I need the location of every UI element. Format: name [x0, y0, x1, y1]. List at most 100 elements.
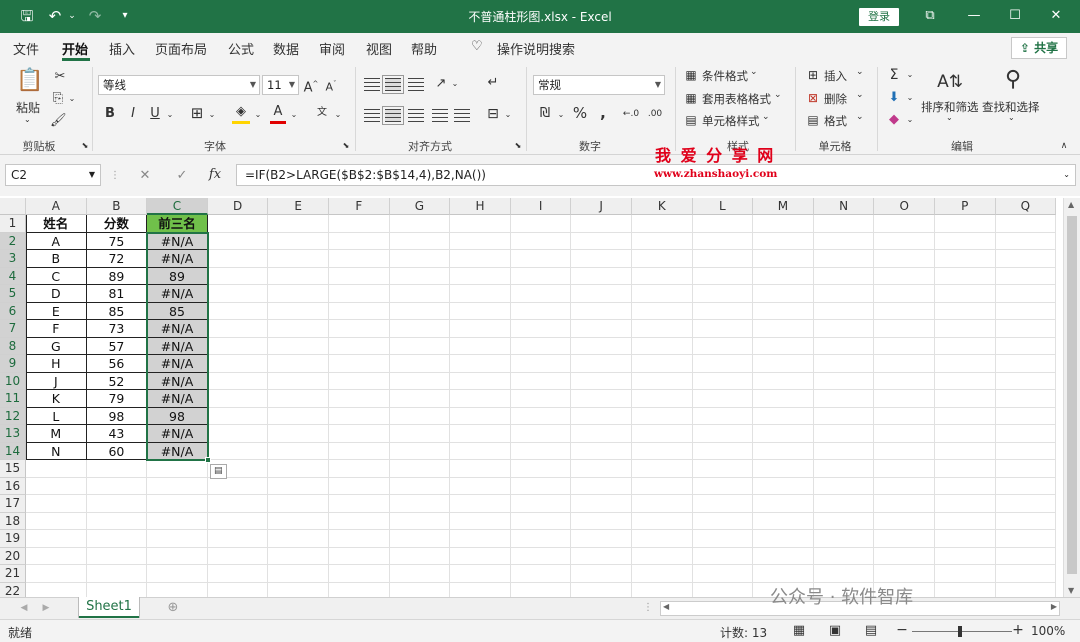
cancel-entry-icon[interactable]: ✕	[137, 168, 153, 184]
cell[interactable]	[632, 337, 693, 355]
cell[interactable]	[571, 285, 632, 303]
cell[interactable]	[510, 302, 572, 320]
cell[interactable]	[935, 250, 996, 268]
cell[interactable]	[86, 495, 148, 513]
cell[interactable]	[450, 477, 511, 495]
zoom-in-icon[interactable]: +	[1012, 622, 1024, 638]
cell[interactable]	[329, 250, 390, 268]
table-header-cell[interactable]: 分数	[86, 215, 148, 233]
cell[interactable]	[510, 512, 572, 530]
cell[interactable]	[632, 215, 693, 233]
cell[interactable]	[874, 337, 935, 355]
cell[interactable]	[874, 547, 935, 565]
cell[interactable]	[571, 477, 632, 495]
cell[interactable]	[753, 547, 814, 565]
row-header[interactable]: 9	[0, 355, 26, 373]
cell[interactable]	[510, 285, 572, 303]
cell[interactable]	[329, 582, 390, 597]
table-cell[interactable]: 79	[86, 390, 148, 408]
clipboard-launcher-icon[interactable]: ⬊	[80, 138, 90, 154]
format-painter-icon[interactable]: 🖌	[50, 113, 67, 129]
row-header[interactable]: 15	[0, 460, 26, 478]
chevron-down-icon[interactable]: ⌄	[856, 90, 864, 100]
cell[interactable]	[389, 390, 451, 408]
cell[interactable]	[813, 565, 875, 583]
cell[interactable]	[389, 547, 451, 565]
cell[interactable]	[26, 582, 87, 597]
cell[interactable]	[995, 425, 1057, 443]
chevron-down-icon[interactable]: ⌄	[856, 112, 864, 122]
row-header[interactable]: 7	[0, 320, 26, 338]
cell[interactable]	[995, 232, 1057, 250]
cell[interactable]	[450, 337, 511, 355]
fill-handle[interactable]	[204, 457, 211, 463]
row-header[interactable]: 16	[0, 477, 26, 495]
font-size-select[interactable]: 11 ▼	[262, 75, 299, 95]
cell[interactable]	[571, 495, 632, 513]
cell[interactable]	[874, 390, 935, 408]
cell[interactable]	[268, 512, 329, 530]
table-header-cell[interactable]: 姓名	[26, 215, 87, 233]
cell[interactable]	[935, 407, 996, 425]
comma-style-icon[interactable]: ,	[597, 105, 609, 121]
cell[interactable]	[450, 460, 511, 478]
cell[interactable]	[571, 337, 632, 355]
row-header[interactable]: 6	[0, 302, 26, 320]
column-header[interactable]: I	[510, 198, 572, 215]
cell[interactable]	[571, 565, 632, 583]
cut-icon[interactable]: ✂	[52, 69, 68, 85]
column-header[interactable]: F	[329, 198, 390, 215]
prev-sheet-icon[interactable]: ◀	[18, 600, 30, 616]
row-header[interactable]: 22	[0, 582, 26, 597]
cell[interactable]	[147, 547, 208, 565]
cell[interactable]	[329, 512, 390, 530]
cell[interactable]	[874, 530, 935, 548]
cell[interactable]	[147, 565, 208, 583]
cell[interactable]	[329, 460, 390, 478]
increase-font-icon[interactable]: A^	[303, 76, 319, 96]
format-as-table-button[interactable]: 套用表格格式	[702, 91, 771, 107]
sheet-tab-sheet1[interactable]: Sheet1	[79, 597, 139, 618]
orientation-icon[interactable]: ↗	[432, 76, 450, 92]
table-cell[interactable]: 89	[86, 267, 148, 285]
login-button[interactable]: 登录	[859, 8, 899, 26]
increase-decimal-icon[interactable]: ←.0	[621, 106, 641, 122]
row-header[interactable]: 12	[0, 407, 26, 425]
cell[interactable]	[26, 477, 87, 495]
tab-insert[interactable]: 插入	[109, 39, 135, 58]
cell[interactable]	[874, 372, 935, 390]
worksheet-grid[interactable]: A B C D E F G H I J K L M N O P Q 1 姓名 分数 前三名 2 A 75 #N/A 3 B 72 #N/…	[0, 198, 1063, 597]
cell[interactable]	[147, 530, 208, 548]
cell[interactable]	[753, 460, 814, 478]
cell[interactable]	[510, 530, 572, 548]
cell[interactable]	[632, 530, 693, 548]
cell[interactable]	[874, 477, 935, 495]
cell[interactable]	[268, 372, 329, 390]
table-cell[interactable]: 72	[86, 250, 148, 268]
close-icon[interactable]: ✕	[1044, 6, 1068, 26]
cell[interactable]	[935, 355, 996, 373]
row-header[interactable]: 3	[0, 250, 26, 268]
table-cell[interactable]: 57	[86, 337, 148, 355]
cell[interactable]	[753, 512, 814, 530]
fill-color-dropdown-icon[interactable]: ⌄	[253, 107, 263, 123]
minimize-icon[interactable]: —	[962, 6, 986, 26]
cell[interactable]	[874, 320, 935, 338]
tell-me-search[interactable]: 操作说明搜索	[497, 39, 575, 58]
cell[interactable]	[510, 495, 572, 513]
cell[interactable]	[389, 355, 451, 373]
cell[interactable]	[450, 267, 511, 285]
cell[interactable]	[510, 320, 572, 338]
normal-view-icon[interactable]: ▦	[790, 623, 808, 639]
delete-cells-button[interactable]: 删除	[824, 91, 847, 107]
cell[interactable]	[450, 320, 511, 338]
cell[interactable]	[813, 285, 875, 303]
cell[interactable]	[753, 267, 814, 285]
cell[interactable]	[813, 355, 875, 373]
cell[interactable]	[753, 442, 814, 460]
column-header[interactable]: C	[147, 198, 208, 215]
cell[interactable]	[632, 320, 693, 338]
cell[interactable]	[571, 582, 632, 597]
cell[interactable]	[692, 460, 754, 478]
row-header[interactable]: 1	[0, 215, 26, 233]
